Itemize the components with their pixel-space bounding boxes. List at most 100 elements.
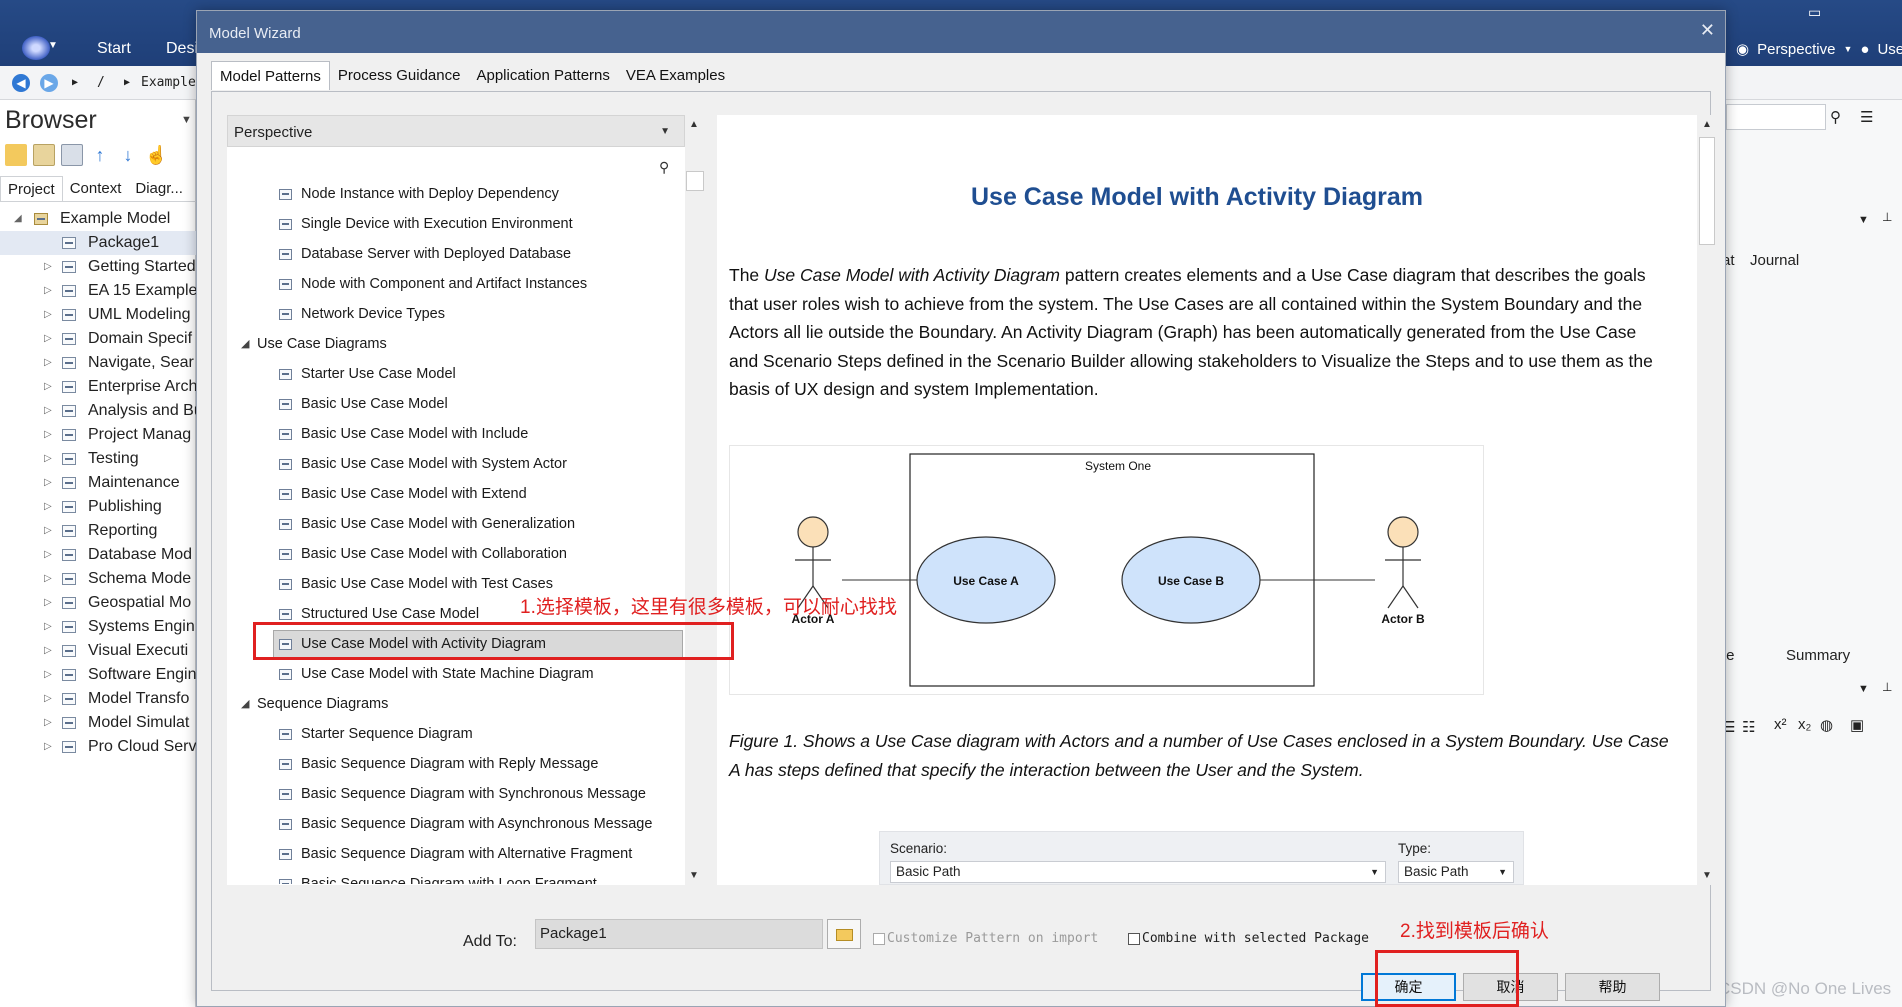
- tree-item[interactable]: ▷ Schema Mode: [0, 567, 196, 591]
- tree-item[interactable]: ▷ Reporting: [0, 519, 196, 543]
- tab-diagram[interactable]: Diagr...: [128, 176, 190, 201]
- pattern-item[interactable]: Basic Sequence Diagram with Loop Fragmen…: [227, 869, 685, 884]
- chevron-right-icon[interactable]: ▶: [72, 77, 78, 88]
- perspective-select[interactable]: Perspective ▼: [227, 115, 685, 147]
- breadcrumb[interactable]: Example: [141, 75, 196, 90]
- chevron-down-icon[interactable]: ▼: [1370, 862, 1379, 882]
- scroll-down-icon[interactable]: ▼: [1702, 870, 1712, 881]
- pattern-item[interactable]: Basic Use Case Model with Include: [227, 419, 685, 449]
- collapse-icon[interactable]: ◢: [241, 689, 249, 719]
- expand-icon[interactable]: ▷: [44, 495, 52, 519]
- pattern-item[interactable]: Starter Use Case Model: [227, 359, 685, 389]
- expand-icon[interactable]: ▷: [44, 687, 52, 711]
- expand-icon[interactable]: ▷: [44, 663, 52, 687]
- numbered-list-icon[interactable]: ☷: [1742, 718, 1755, 736]
- pin-icon[interactable]: ⊥: [1882, 210, 1892, 224]
- document-icon[interactable]: ▣: [1850, 716, 1864, 734]
- move-down-icon[interactable]: ↓: [117, 144, 139, 166]
- pattern-item[interactable]: Database Server with Deployed Database: [227, 239, 685, 269]
- list-scrollbar[interactable]: ▲ ▼: [685, 115, 705, 885]
- expand-icon[interactable]: ▷: [44, 351, 52, 375]
- tree-item[interactable]: Package1: [0, 231, 196, 255]
- tree-item[interactable]: ▷ Project Manag: [0, 423, 196, 447]
- expand-icon[interactable]: ▷: [44, 255, 52, 279]
- tree-item[interactable]: ▷ Navigate, Sear: [0, 351, 196, 375]
- tree-item[interactable]: ▷ Geospatial Mo: [0, 591, 196, 615]
- tree-root[interactable]: ◢ Example Model: [0, 207, 196, 231]
- menu-icon[interactable]: ☰: [1860, 108, 1873, 126]
- tree-item[interactable]: ▷ Visual Executi: [0, 639, 196, 663]
- expand-icon[interactable]: ▷: [44, 327, 52, 351]
- tree-item[interactable]: ▷ Analysis and Bu: [0, 399, 196, 423]
- expand-icon[interactable]: ▷: [44, 711, 52, 735]
- combine-package-checkbox[interactable]: Combine with selected Package: [1128, 931, 1369, 946]
- chevron-down-icon[interactable]: ▼: [1858, 683, 1869, 695]
- ribbon-tab-start[interactable]: Start: [97, 40, 131, 58]
- expand-icon[interactable]: ▷: [44, 591, 52, 615]
- pattern-item[interactable]: Basic Use Case Model with Extend: [227, 479, 685, 509]
- expand-icon[interactable]: ▷: [44, 375, 52, 399]
- chevron-down-icon[interactable]: ▼: [1858, 214, 1869, 226]
- scroll-up-icon[interactable]: ▲: [689, 119, 699, 130]
- tree-item[interactable]: ▷ Model Transfo: [0, 687, 196, 711]
- forward-icon[interactable]: ▶: [40, 74, 58, 92]
- scroll-thumb[interactable]: [1699, 137, 1715, 245]
- content-scrollbar[interactable]: ▲ ▼: [1697, 115, 1717, 885]
- folder-icon[interactable]: [33, 144, 55, 166]
- expand-icon[interactable]: ▷: [44, 471, 52, 495]
- expand-icon[interactable]: ▷: [44, 279, 52, 303]
- search-input[interactable]: [1726, 104, 1826, 130]
- pattern-item[interactable]: Basic Sequence Diagram with Reply Messag…: [227, 749, 685, 779]
- tab-vea-examples[interactable]: VEA Examples: [618, 61, 733, 90]
- close-icon[interactable]: ✕: [1700, 20, 1715, 41]
- chevron-right-icon[interactable]: ▶: [124, 77, 130, 88]
- expand-icon[interactable]: ▷: [44, 639, 52, 663]
- user-button[interactable]: User: [1877, 41, 1902, 58]
- tree-item[interactable]: ▷ Model Simulat: [0, 711, 196, 735]
- app-logo-icon[interactable]: [22, 36, 50, 60]
- tab-application-patterns[interactable]: Application Patterns: [468, 61, 617, 90]
- expand-icon[interactable]: ▷: [44, 735, 52, 759]
- minimize-icon[interactable]: ▭: [1808, 4, 1821, 21]
- pattern-item[interactable]: Basic Sequence Diagram with Synchronous …: [227, 779, 685, 809]
- tree-item[interactable]: ▷ Domain Specif: [0, 327, 196, 351]
- tab-summary[interactable]: Summary: [1786, 647, 1850, 664]
- perspective-button[interactable]: Perspective: [1757, 41, 1835, 58]
- expand-icon[interactable]: ▷: [44, 615, 52, 639]
- pattern-item[interactable]: Basic Sequence Diagram with Alternative …: [227, 839, 685, 869]
- chevron-down-icon[interactable]: ▼: [1843, 44, 1852, 54]
- tab-context[interactable]: Context: [63, 176, 129, 201]
- expand-icon[interactable]: ▷: [44, 399, 52, 423]
- tab-model-patterns[interactable]: Model Patterns: [211, 61, 330, 90]
- expand-icon[interactable]: ▷: [44, 303, 52, 327]
- tree-item[interactable]: ▷ Software Engin: [0, 663, 196, 687]
- pattern-item[interactable]: Basic Sequence Diagram with Asynchronous…: [227, 809, 685, 839]
- tree-item[interactable]: ▷ Publishing: [0, 495, 196, 519]
- scroll-thumb[interactable]: [686, 171, 704, 191]
- chevron-down-icon[interactable]: ▼: [1498, 862, 1507, 882]
- pattern-item[interactable]: Starter Sequence Diagram: [227, 719, 685, 749]
- browse-package-button[interactable]: [827, 919, 861, 949]
- checkbox-box[interactable]: [1128, 932, 1140, 945]
- tree-item[interactable]: ▷ Pro Cloud Serv: [0, 735, 196, 759]
- collapse-icon[interactable]: ◢: [241, 329, 249, 359]
- hierarchy-icon[interactable]: [61, 144, 83, 166]
- scroll-down-icon[interactable]: ▼: [689, 870, 699, 881]
- superscript-icon[interactable]: x²: [1774, 716, 1787, 733]
- tree-item[interactable]: ▷ Maintenance: [0, 471, 196, 495]
- pattern-item[interactable]: Network Device Types: [227, 299, 685, 329]
- chevron-down-icon[interactable]: ▼: [181, 114, 192, 126]
- expand-icon[interactable]: ▷: [44, 447, 52, 471]
- chevron-down-icon[interactable]: ▼: [660, 126, 670, 137]
- spell-check-icon[interactable]: ◍: [1820, 716, 1833, 734]
- tree-item[interactable]: ▷ Getting Started: [0, 255, 196, 279]
- collapse-icon[interactable]: ◢: [14, 207, 22, 231]
- customize-pattern-checkbox[interactable]: Customize Pattern on import: [873, 931, 1098, 946]
- tree-item[interactable]: ▷ Database Mod: [0, 543, 196, 567]
- pattern-item[interactable]: Basic Use Case Model with Generalization: [227, 509, 685, 539]
- search-icon[interactable]: ⚲: [1830, 108, 1841, 126]
- help-button[interactable]: 帮助: [1565, 973, 1660, 1001]
- pattern-item[interactable]: Basic Use Case Model with Collaboration: [227, 539, 685, 569]
- expand-icon[interactable]: ▷: [44, 519, 52, 543]
- touch-icon[interactable]: ☝: [145, 144, 167, 166]
